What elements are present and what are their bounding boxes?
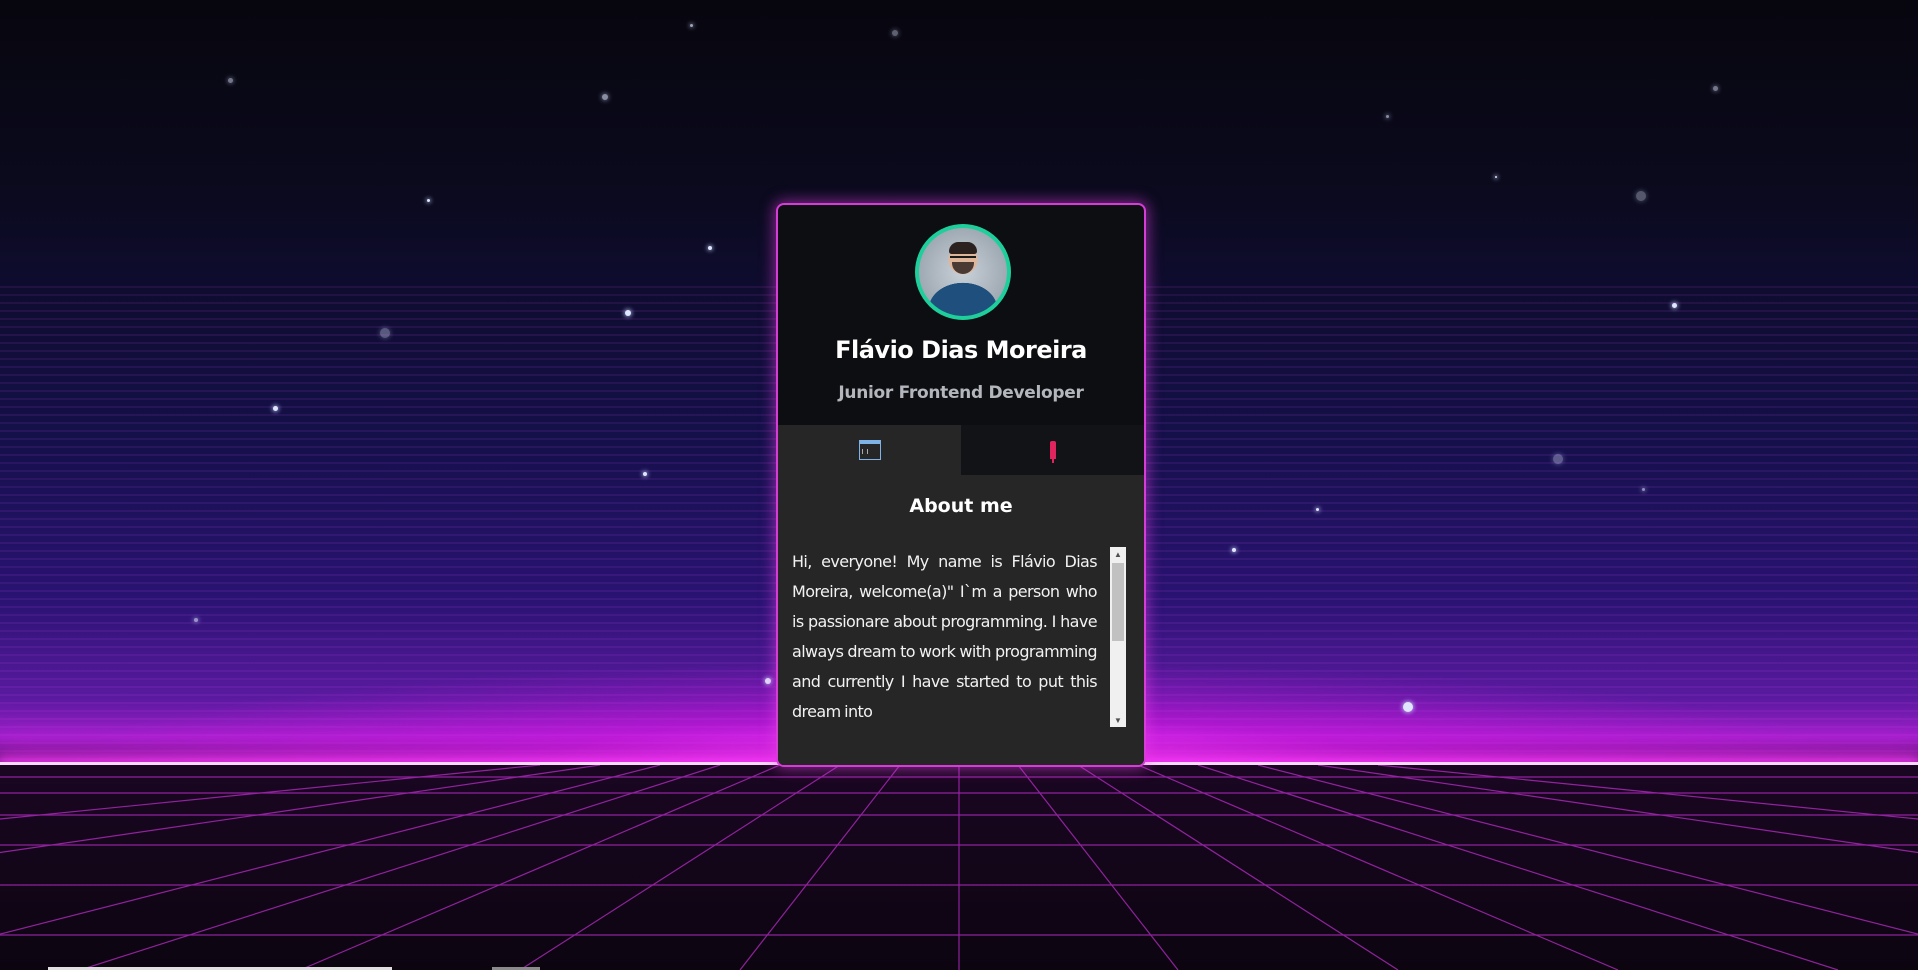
profile-name: Flávio Dias Moreira — [835, 336, 1087, 364]
scroll-down-arrow-icon[interactable]: ▼ — [1110, 713, 1126, 727]
star — [1553, 454, 1563, 464]
star — [625, 310, 631, 316]
tab-about[interactable] — [778, 425, 961, 475]
about-text: Hi, everyone! My name is Flávio Dias Mor… — [792, 552, 1098, 721]
grid-floor — [0, 765, 1918, 970]
window-icon — [858, 440, 881, 460]
star — [708, 246, 712, 250]
scroll-up-arrow-icon[interactable]: ▲ — [1110, 547, 1126, 561]
scroll-thumb[interactable] — [1112, 563, 1124, 641]
star — [1495, 176, 1497, 178]
star — [228, 78, 233, 83]
synthwave-background: Flávio Dias Moreira Junior Frontend Deve… — [0, 0, 1918, 970]
star — [194, 618, 198, 622]
star — [1672, 303, 1677, 308]
star — [273, 406, 278, 411]
star — [602, 94, 608, 100]
star — [765, 678, 771, 684]
star — [1636, 191, 1646, 201]
tab-pinned[interactable] — [961, 425, 1144, 475]
star — [1403, 702, 1413, 712]
star — [643, 472, 647, 476]
star — [1642, 488, 1645, 491]
card-header: Flávio Dias Moreira Junior Frontend Deve… — [778, 205, 1144, 425]
star — [427, 199, 430, 202]
about-scrollbar[interactable]: ▲ ▼ — [1110, 547, 1126, 727]
pushpin-icon — [1049, 441, 1056, 463]
star — [1386, 115, 1389, 118]
profile-card: Flávio Dias Moreira Junior Frontend Deve… — [776, 203, 1146, 767]
profile-role: Junior Frontend Developer — [838, 383, 1084, 403]
about-panel: About me Hi, everyone! My name is Flávio… — [778, 475, 1144, 765]
star — [1713, 86, 1718, 91]
star — [380, 328, 390, 338]
avatar — [915, 224, 1011, 320]
about-scroll-box[interactable]: Hi, everyone! My name is Flávio Dias Mor… — [792, 547, 1126, 727]
card-tabs — [778, 425, 1144, 475]
star — [690, 24, 693, 27]
star — [1232, 548, 1236, 552]
star — [892, 30, 898, 36]
avatar-hair — [949, 242, 977, 254]
star — [1316, 508, 1319, 511]
about-title: About me — [909, 495, 1013, 517]
avatar-beard — [952, 262, 974, 274]
